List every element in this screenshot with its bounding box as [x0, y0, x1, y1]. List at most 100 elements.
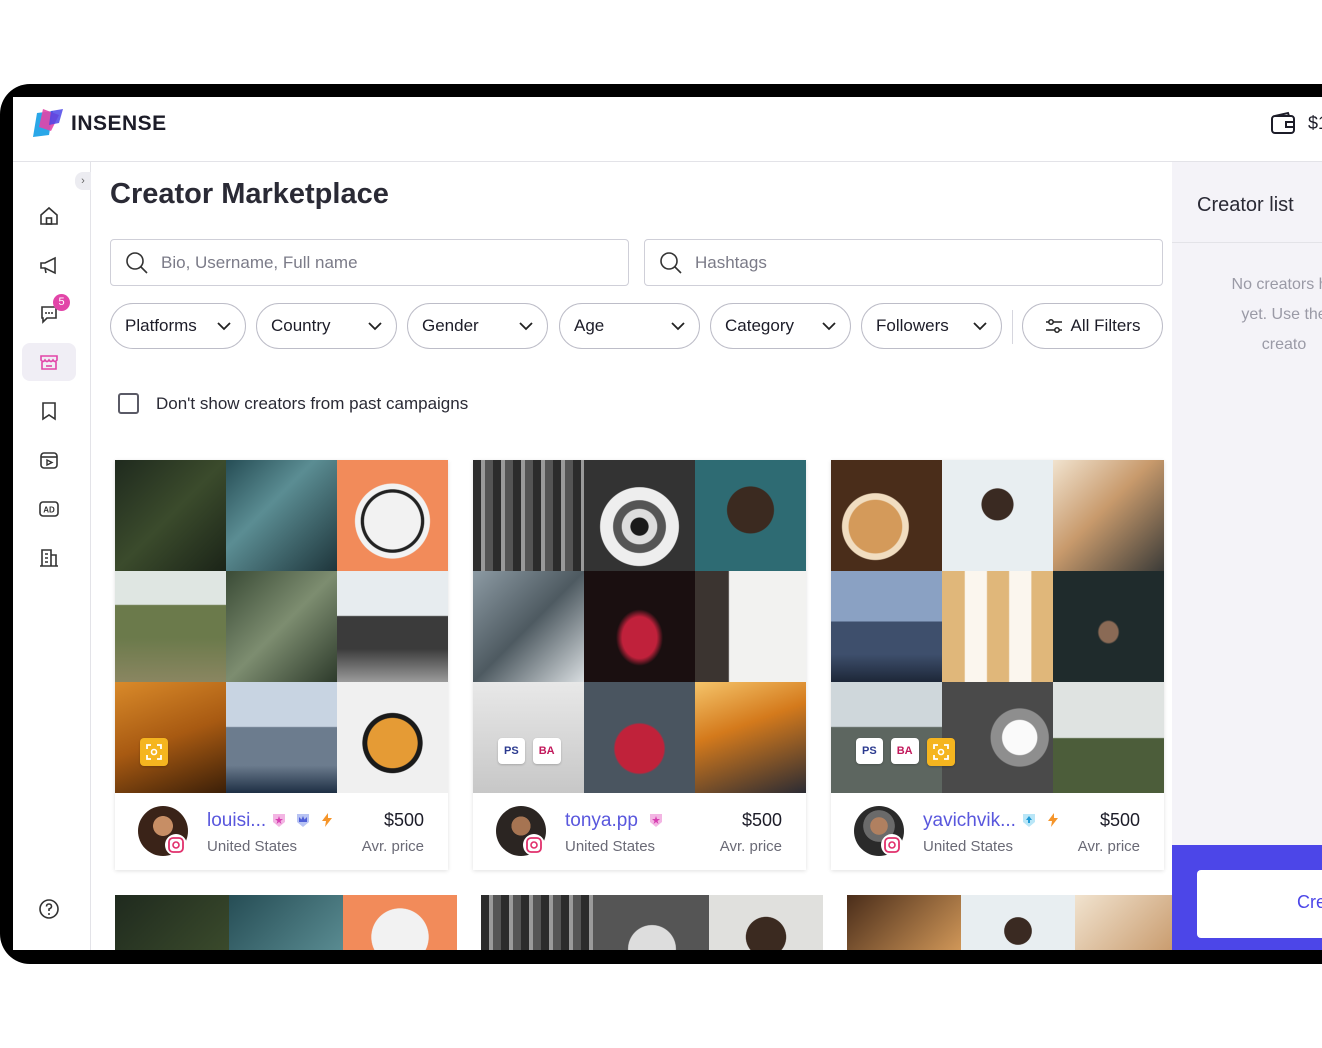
chevron-down-icon: [368, 321, 382, 330]
sidebar: › 5 AD: [13, 162, 91, 950]
sidebar-item-marketplace[interactable]: [22, 343, 76, 381]
instagram-icon: [881, 834, 903, 856]
exclude-past-creators-checkbox[interactable]: [118, 393, 139, 414]
sidebar-item-home[interactable]: [22, 197, 76, 235]
empty-text-line: No creators ha: [1231, 276, 1322, 293]
creator-card-partial[interactable]: [847, 895, 1172, 950]
portfolio-photo: [337, 571, 448, 682]
sliders-icon: [1045, 319, 1062, 333]
portfolio-photo: [584, 460, 695, 571]
gender-filter[interactable]: Gender: [407, 303, 548, 349]
creator-username[interactable]: louisi...: [207, 810, 266, 832]
creator-price: $500: [1099, 810, 1140, 830]
app-window: INSENSE $1 › 5 AD: [13, 97, 1322, 950]
main-content: Creator Marketplace Platforms Country Ge…: [91, 162, 1172, 950]
creator-badges: [140, 738, 168, 766]
portfolio-photo: [337, 682, 448, 793]
creator-country: United States: [207, 838, 298, 855]
reels-badge: [140, 738, 168, 766]
sidebar-item-campaigns[interactable]: [22, 246, 76, 284]
category-filter[interactable]: Category: [710, 303, 851, 349]
create-button[interactable]: Cre: [1197, 870, 1322, 938]
portfolio-photo: [229, 895, 343, 950]
portfolio-photo: [343, 895, 457, 950]
creator-badges: PS BA: [498, 738, 561, 764]
balance-amount: $1: [1308, 113, 1322, 133]
portfolio-photo: [115, 895, 229, 950]
sidebar-item-saved[interactable]: [22, 392, 76, 430]
portfolio-photo: [226, 682, 337, 793]
creator-username[interactable]: yavichvik...: [923, 810, 1016, 832]
chevron-down-icon: [822, 321, 836, 330]
all-filters-label: All Filters: [1070, 316, 1141, 335]
sidebar-item-help[interactable]: [22, 890, 76, 928]
exclude-past-creators-row[interactable]: Don't show creators from past campaigns: [118, 393, 468, 414]
creator-price: $500: [741, 810, 782, 830]
portfolio-photo: [584, 571, 695, 682]
age-filter-label: Age: [574, 316, 605, 335]
ba-badge: BA: [532, 738, 561, 764]
bio-search-input[interactable]: [159, 251, 563, 274]
portfolio-photo: [1053, 571, 1164, 682]
instagram-icon: [523, 834, 545, 856]
hashtags-search-field[interactable]: [644, 239, 1163, 286]
price-label: Avr. price: [719, 838, 782, 855]
creator-card[interactable]: PS BA tonya.pp $500 United States Avr. p…: [473, 460, 806, 870]
creator-info: louisi... $500 United States Avr. price: [115, 792, 448, 870]
portfolio-photo: [831, 571, 942, 682]
logo[interactable]: INSENSE: [33, 109, 167, 139]
home-icon: [40, 206, 58, 225]
ps-badge: PS: [856, 738, 883, 764]
creator-info: yavichvik... $500 United States Avr. pri…: [831, 792, 1164, 870]
portfolio-photo: [961, 895, 1075, 950]
portfolio-photo: [481, 895, 595, 950]
boost-badge-icon: [1023, 814, 1035, 827]
creator-card-partial[interactable]: [481, 895, 823, 950]
portfolio-photo: [847, 895, 961, 950]
price-label: Avr. price: [361, 838, 424, 855]
bio-search-field[interactable]: [110, 239, 629, 286]
unread-badge: 5: [53, 294, 70, 311]
ad-icon: AD: [39, 501, 59, 517]
chevron-down-icon: [217, 321, 231, 330]
crown-badge-icon: [297, 814, 309, 827]
portfolio-photo: [115, 682, 226, 793]
reels-icon: [146, 744, 162, 760]
portfolio-photo: [473, 571, 584, 682]
sidebar-item-messages[interactable]: 5: [22, 294, 76, 333]
creator-list-title: Creator list: [1197, 194, 1294, 216]
creator-card[interactable]: louisi... $500 United States Avr. price: [115, 460, 448, 870]
creator-info: tonya.pp $500 United States Avr. price: [473, 792, 806, 870]
star-badge-icon: [273, 814, 285, 827]
creator-username[interactable]: tonya.pp: [565, 810, 638, 832]
sidebar-item-content[interactable]: [22, 441, 76, 479]
portfolio-photo: [1053, 682, 1164, 793]
sidebar-item-ads[interactable]: AD: [22, 490, 76, 528]
creator-badges: PS BA: [856, 738, 955, 766]
followers-filter[interactable]: Followers: [861, 303, 1002, 349]
age-filter[interactable]: Age: [559, 303, 700, 349]
ps-badge: PS: [498, 738, 525, 764]
store-icon: [40, 355, 58, 370]
wallet-icon[interactable]: [1270, 111, 1296, 137]
portfolio-photo: [695, 460, 806, 571]
country-filter[interactable]: Country: [256, 303, 397, 349]
portfolio-photo: [584, 682, 695, 793]
ba-badge: BA: [890, 738, 919, 764]
lightning-icon: [322, 813, 332, 827]
creator-list-panel: Creator list No creators ha yet. Use the…: [1172, 162, 1322, 950]
portfolio-photo: [473, 460, 584, 571]
portfolio-photo: [115, 460, 226, 571]
portfolio-photo: [1053, 460, 1164, 571]
sidebar-item-organization[interactable]: [22, 539, 76, 577]
hashtags-search-input[interactable]: [693, 251, 1097, 274]
creator-card[interactable]: PS BA yavichvik... $500 United States Av…: [831, 460, 1164, 870]
help-icon: [39, 899, 59, 919]
creator-card-partial[interactable]: [115, 895, 457, 950]
platforms-filter[interactable]: Platforms: [110, 303, 246, 349]
collapse-sidebar-button[interactable]: ›: [75, 172, 91, 190]
price-label: Avr. price: [1077, 838, 1140, 855]
all-filters-button[interactable]: All Filters: [1022, 303, 1163, 349]
empty-text-line: yet. Use the: [1241, 306, 1322, 323]
creator-list-divider: [1172, 242, 1322, 243]
